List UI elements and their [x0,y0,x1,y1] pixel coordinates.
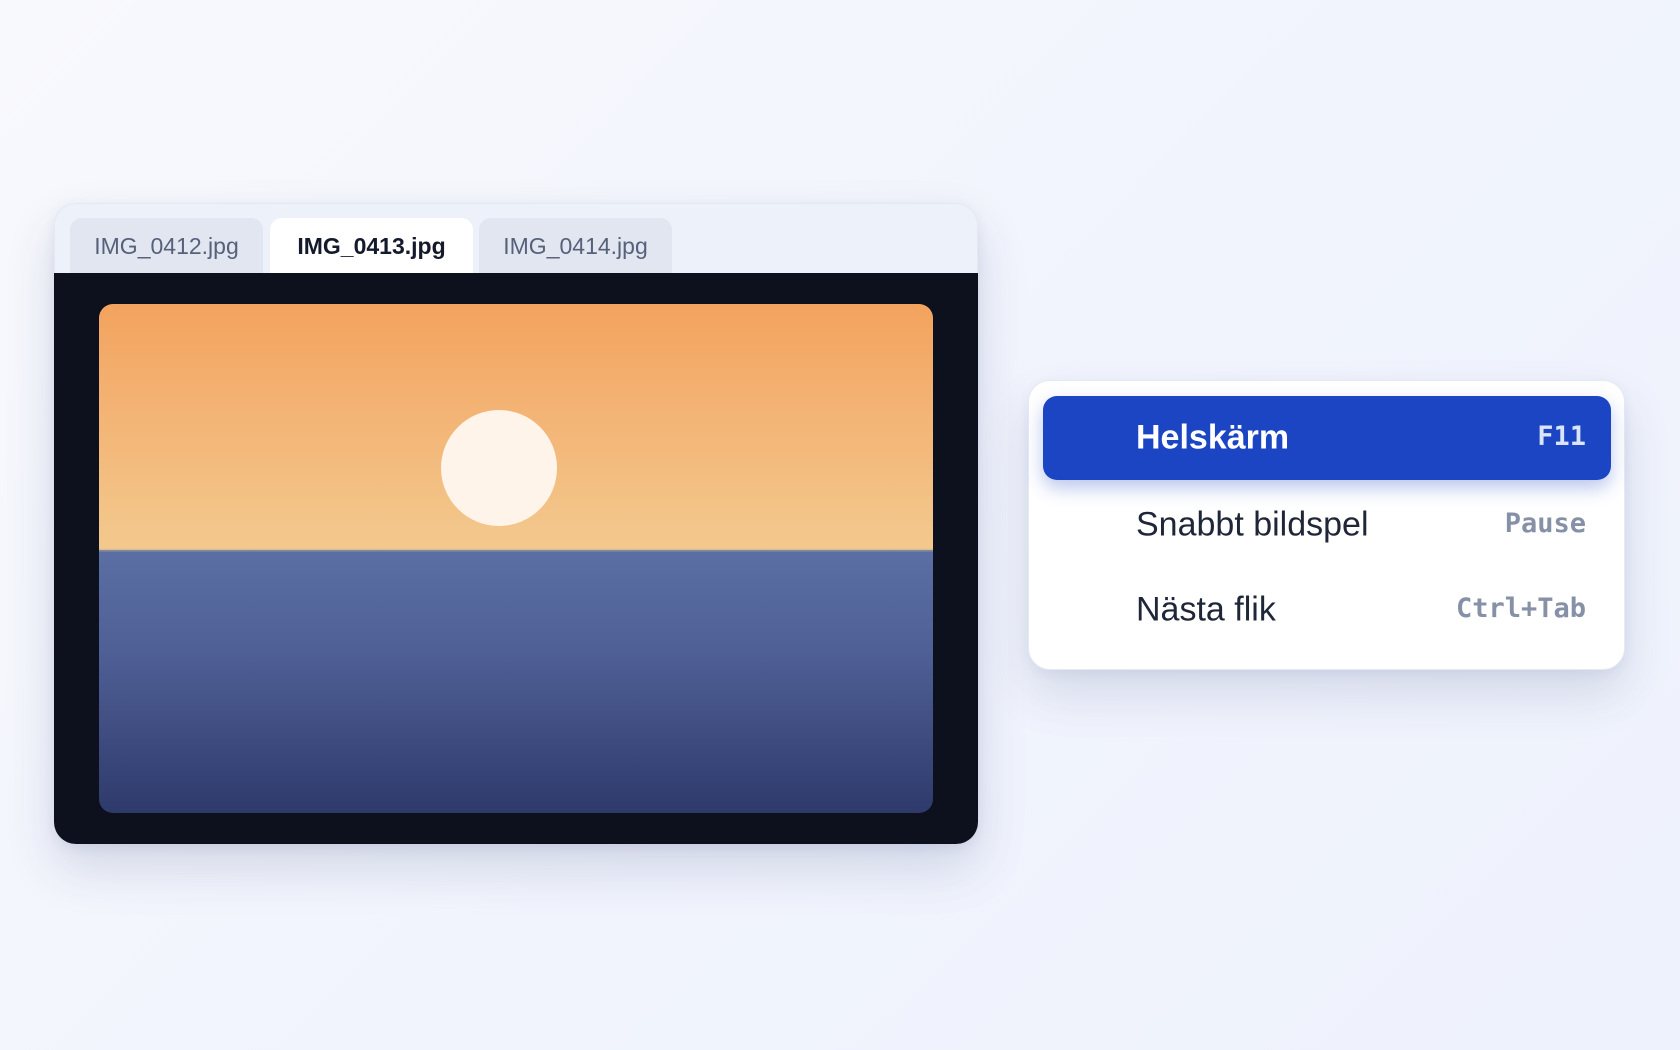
photo-horizon [99,548,933,552]
photo-sun [441,410,557,526]
photo-sea [99,550,933,813]
menu-item-shortcut: Pause [1504,507,1586,539]
menu-item-fullscreen[interactable]: Helskärm F11 [1043,396,1611,480]
menu-item-shortcut: F11 [1537,420,1586,452]
menu-item-label: Nästa flik [1136,590,1276,629]
tab-img-0414[interactable]: IMG_0414.jpg [479,218,672,274]
tab-img-0412[interactable]: IMG_0412.jpg [70,218,263,274]
image-viewer-window: IMG_0412.jpg IMG_0413.jpg IMG_0414.jpg [54,203,978,844]
menu-item-next-tab[interactable]: Nästa flik Ctrl+Tab [1043,568,1611,652]
menu-item-label: Helskärm [1136,418,1290,457]
image-stage [54,273,978,844]
menu-item-label: Snabbt bildspel [1136,505,1369,544]
sunset-photo [99,304,933,813]
tab-img-0413[interactable]: IMG_0413.jpg [270,218,473,274]
tab-bar: IMG_0412.jpg IMG_0413.jpg IMG_0414.jpg [54,203,978,274]
menu-item-shortcut: Ctrl+Tab [1455,592,1586,624]
tab-label: IMG_0413.jpg [297,232,446,259]
tab-label: IMG_0412.jpg [94,232,239,259]
tab-label: IMG_0414.jpg [503,232,648,259]
menu-item-quick-slideshow[interactable]: Snabbt bildspel Pause [1043,483,1611,567]
context-menu: Helskärm F11 Snabbt bildspel Pause Nästa… [1028,380,1625,670]
